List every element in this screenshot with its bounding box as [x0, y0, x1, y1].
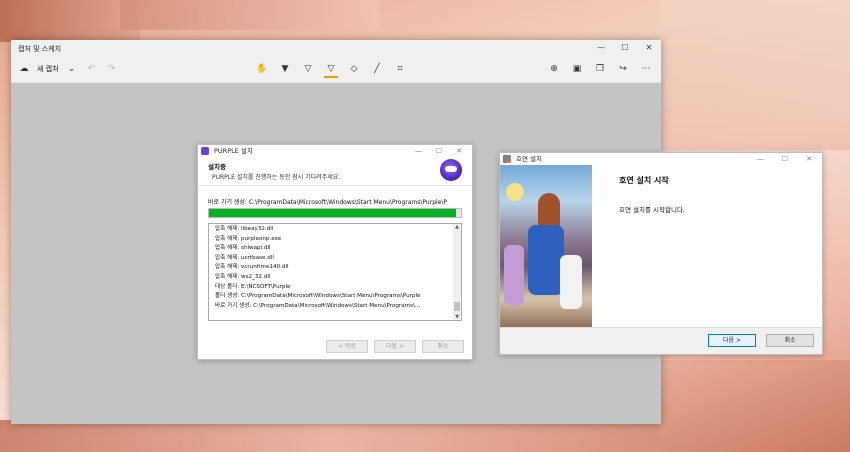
close-button[interactable]: ✕: [806, 153, 812, 165]
more-icon[interactable]: ⋯: [639, 62, 653, 76]
header-title: 설치중: [208, 163, 226, 171]
save-icon[interactable]: ▣: [570, 62, 584, 76]
dialog-title: 호연 설치: [516, 155, 542, 163]
minimize-button[interactable]: —: [415, 145, 422, 157]
install-log[interactable]: 압축 해제: libeay32.dll 압축 해제: purpleonp.exe 압…: [208, 223, 462, 321]
setup-heading: 호연 설치 시작: [619, 176, 669, 185]
purple-logo-icon: [440, 159, 462, 181]
scroll-thumb[interactable]: [454, 302, 460, 311]
progress-fill: [209, 209, 456, 217]
header-subtitle: PURPLE 설치를 진행하는 동안 잠시 기다려주세요.: [212, 174, 341, 181]
scroll-up-icon[interactable]: ▲: [453, 224, 461, 230]
copy-icon[interactable]: ❐: [593, 62, 607, 76]
undo-icon[interactable]: ↶: [85, 62, 99, 76]
log-line: 폴더 생성: C:\ProgramData\Microsoft\Windows\…: [215, 293, 421, 300]
titlebar: 캡처 및 스케치 — ☐ ✕: [11, 40, 661, 56]
setup-description: 호연 설치를 시작합니다.: [619, 206, 685, 214]
dialog-titlebar: 호연 설치 — ☐ ✕: [500, 153, 822, 165]
setup-dialog: 호연 설치 — ☐ ✕ 호연 설치 시작 호연 설치를 시작합니다. 다음 > …: [499, 152, 823, 355]
log-line: 압축 해제: vcruntime140.dll: [215, 264, 289, 271]
redo-icon[interactable]: ↷: [105, 62, 119, 76]
eraser-icon[interactable]: ◇: [347, 62, 361, 76]
log-line: 대상 폴더: E:\NCSOFT\Purple: [215, 283, 291, 290]
wallpaper-shape: [0, 0, 140, 42]
log-line: 바로 가기 생성: C:\ProgramData\Microsoft\Windo…: [215, 302, 421, 309]
maximize-button[interactable]: ☐: [613, 40, 637, 56]
new-capture-icon[interactable]: ☁: [17, 62, 31, 76]
pencil-icon[interactable]: ▽: [301, 62, 315, 76]
back-button[interactable]: < 뒤로: [326, 340, 368, 353]
minimize-button[interactable]: —: [757, 153, 764, 165]
purple-installer-dialog: PURPLE 설치 — ☐ ✕ 설치중 PURPLE 설치를 진행하는 동안 잠…: [197, 144, 473, 360]
log-line: 압축 해제: libeay32.dll: [215, 226, 274, 232]
zoom-icon[interactable]: ⊕: [547, 62, 561, 76]
purple-app-icon: [201, 147, 209, 155]
crop-icon[interactable]: ⌗: [393, 62, 407, 76]
wallpaper-shape: [120, 0, 380, 30]
dialog-title: PURPLE 설치: [214, 147, 253, 155]
game-artwork-image: [500, 165, 592, 328]
setup-footer: 다음 > 취소: [500, 327, 822, 354]
ballpoint-pen-icon[interactable]: ▼: [278, 62, 292, 76]
log-scrollbar[interactable]: ▲ ▼: [453, 224, 461, 320]
window-title: 캡처 및 스케치: [18, 45, 62, 53]
dialog-titlebar: PURPLE 설치 — ☐ ✕: [198, 145, 472, 157]
share-icon[interactable]: ↪: [616, 62, 630, 76]
next-button[interactable]: 다음 >: [708, 334, 756, 347]
log-line: 압축 해제: ucrtbase.dll: [215, 254, 274, 261]
log-line: 압축 해제: ws2_32.dll: [215, 273, 271, 280]
cancel-button[interactable]: 취소: [766, 334, 814, 347]
close-button[interactable]: ✕: [456, 145, 462, 157]
highlighter-icon[interactable]: ▽: [324, 62, 338, 78]
setup-app-icon: [503, 155, 511, 163]
log-line: 압축 해제: purpleonp.exe: [215, 235, 282, 242]
ruler-icon[interactable]: ╱: [370, 62, 384, 76]
toolbar: ☁ 새 캡처 ⌄ ↶ ↷ ✋ ▼ ▽ ▽ ◇ ╱ ⌗ ⊕ ▣ ❐ ↪ ⋯: [11, 56, 661, 83]
progress-bar: [208, 208, 462, 218]
scroll-down-icon[interactable]: ▼: [453, 314, 461, 320]
wallpaper-shape: [660, 0, 850, 150]
wallpaper-shape: [660, 360, 850, 452]
window-controls: — ☐ ✕: [589, 40, 661, 56]
maximize-button[interactable]: ☐: [782, 153, 788, 165]
new-capture-button[interactable]: 새 캡처: [37, 64, 59, 74]
close-button[interactable]: ✕: [637, 40, 661, 56]
minimize-button[interactable]: —: [589, 40, 613, 56]
next-button[interactable]: 다음 >: [374, 340, 416, 353]
cancel-button[interactable]: 취소: [422, 340, 464, 353]
chevron-down-icon[interactable]: ⌄: [65, 62, 79, 76]
wallpaper-shape: [0, 420, 660, 452]
current-action: 바로 가기 생성: C:\ProgramData\Microsoft\Windo…: [208, 199, 448, 206]
log-line: 압축 해제: shlwapi.dll: [215, 245, 271, 252]
installer-header: 설치중 PURPLE 설치를 진행하는 동안 잠시 기다려주세요.: [198, 157, 472, 186]
maximize-button[interactable]: ☐: [436, 145, 442, 157]
touch-writing-icon[interactable]: ✋: [255, 62, 269, 76]
